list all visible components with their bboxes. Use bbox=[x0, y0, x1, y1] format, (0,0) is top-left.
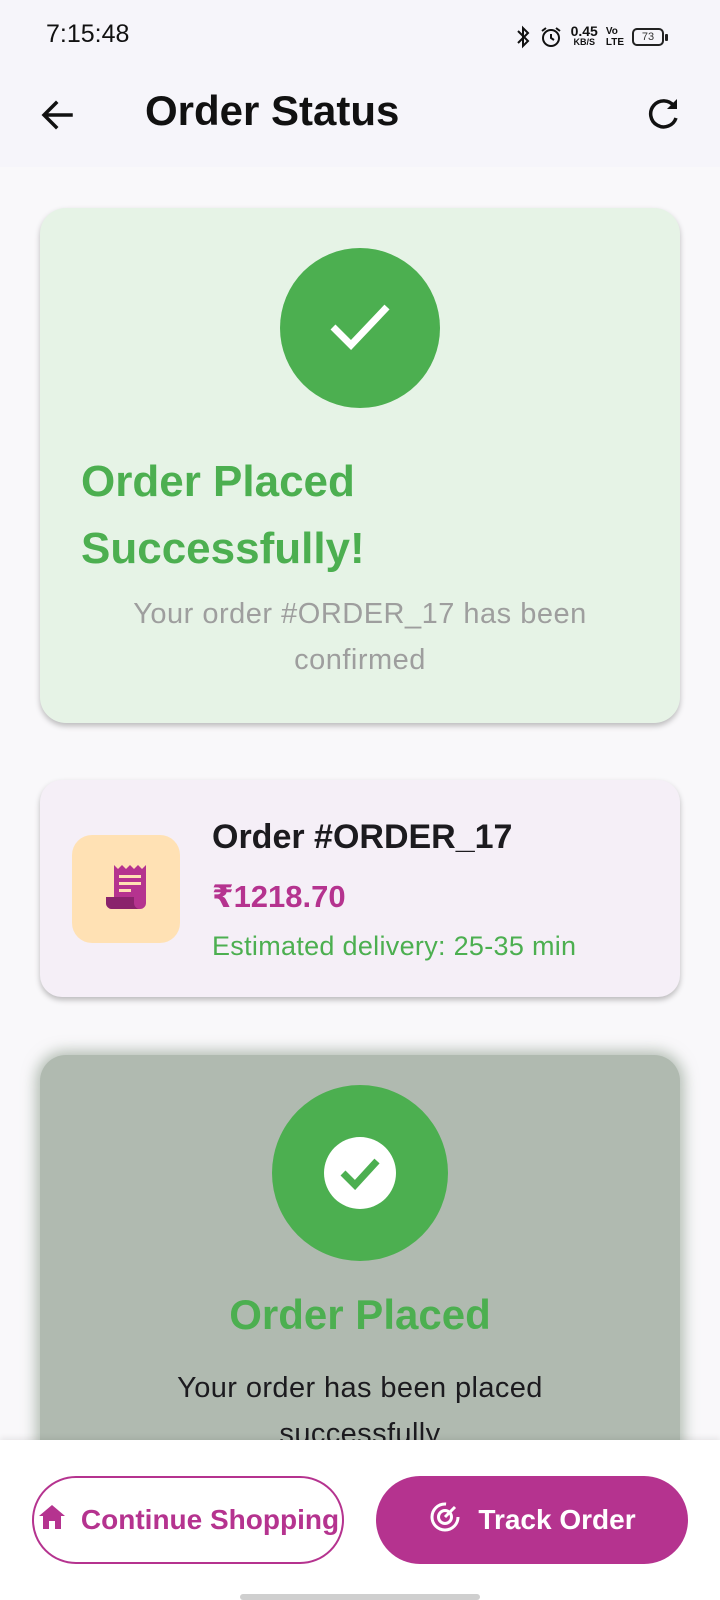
track-icon bbox=[428, 1500, 462, 1541]
back-button[interactable] bbox=[30, 90, 84, 144]
check-circle-icon bbox=[324, 1137, 396, 1209]
volte-top: Vo bbox=[605, 26, 618, 37]
home-icon bbox=[37, 1502, 67, 1539]
home-indicator bbox=[240, 1594, 480, 1600]
alarm-icon bbox=[539, 25, 563, 49]
order-number: Order #ORDER_17 bbox=[212, 818, 513, 856]
status-time: 7:15:48 bbox=[46, 20, 130, 48]
battery-icon: 73 bbox=[632, 28, 668, 46]
success-card: Order Placed Successfully! Your order #O… bbox=[40, 208, 680, 723]
volte-icon: Vo LTE bbox=[606, 26, 624, 48]
order-summary-card: Order #ORDER_17 ₹1218.70 Estimated deliv… bbox=[40, 780, 680, 997]
refresh-button[interactable] bbox=[636, 90, 690, 144]
success-check-circle bbox=[280, 248, 440, 408]
continue-shopping-button[interactable]: Continue Shopping bbox=[32, 1476, 344, 1564]
track-order-button[interactable]: Track Order bbox=[376, 1476, 688, 1564]
success-title: Order Placed Successfully! bbox=[81, 457, 365, 573]
status-step-card: Order Placed Your order has been placed … bbox=[40, 1055, 680, 1475]
status-step-title: Order Placed bbox=[229, 1291, 491, 1338]
net-speed: 0.45 KB/S bbox=[570, 23, 598, 48]
app-bar: Order Status bbox=[0, 70, 720, 167]
success-subtitle: Your order #ORDER_17 has been confirmed bbox=[133, 598, 587, 676]
check-icon bbox=[329, 301, 391, 356]
volte-bottom: LTE bbox=[605, 37, 624, 48]
arrow-back-icon bbox=[39, 97, 75, 138]
receipt-icon bbox=[102, 861, 150, 918]
continue-shopping-label: Continue Shopping bbox=[80, 1504, 340, 1535]
net-speed-value: 0.45 bbox=[570, 23, 598, 39]
bluetooth-icon bbox=[515, 25, 531, 49]
estimated-delivery: Estimated delivery: 25-35 min bbox=[212, 931, 577, 961]
page-title: Order Status bbox=[145, 87, 400, 134]
battery-level: 73 bbox=[641, 31, 655, 43]
status-step-circle bbox=[272, 1085, 448, 1261]
status-bar: 7:15:48 0.45 KB/S Vo LTE 73 bbox=[0, 0, 720, 70]
track-order-label: Track Order bbox=[478, 1504, 636, 1535]
status-icons: 0.45 KB/S Vo LTE 73 bbox=[515, 22, 668, 52]
net-speed-unit: KB/S bbox=[573, 37, 595, 47]
order-price: ₹1218.70 bbox=[212, 879, 346, 914]
bottom-action-bar: Continue Shopping Track Order bbox=[0, 1440, 720, 1600]
refresh-icon bbox=[644, 96, 682, 139]
receipt-icon-box bbox=[72, 835, 180, 943]
